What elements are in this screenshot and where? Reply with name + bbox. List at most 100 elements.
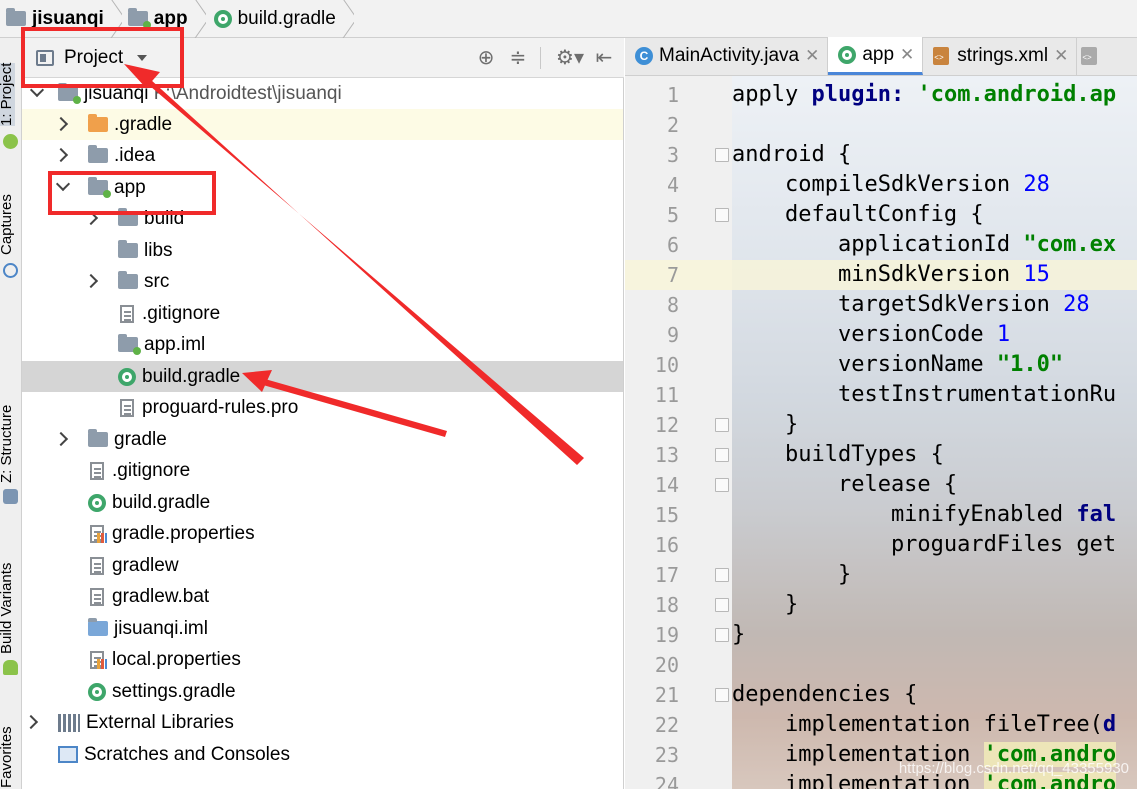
android-studio-window: jisuanqi app build.gradle 1: Project Cap… — [0, 0, 1137, 789]
line-number: 21 — [654, 683, 679, 707]
structure-icon — [3, 489, 18, 504]
fold-marker[interactable] — [715, 448, 729, 462]
code-line-14: release { — [732, 472, 958, 497]
tree-item-label: Scratches and Consoles — [84, 743, 290, 765]
tree-item-idea[interactable]: .idea — [22, 140, 623, 171]
line-number: 1 — [666, 83, 679, 107]
code-line-21: dependencies { — [732, 682, 918, 707]
tree-item-label: gradlew.bat — [112, 585, 210, 607]
close-icon[interactable]: ✕ — [1054, 46, 1068, 66]
text-file-icon — [90, 461, 104, 480]
tree-item-local-properties[interactable]: local.properties — [22, 644, 623, 675]
tree-item-external-libraries[interactable]: External Libraries — [22, 707, 623, 738]
tool-tab-captures[interactable]: Captures — [0, 194, 15, 255]
module-folder-icon — [58, 83, 81, 104]
tab-mainactivity[interactable]: C MainActivity.java ✕ — [625, 37, 829, 75]
fold-marker[interactable] — [715, 628, 729, 642]
fold-marker[interactable] — [715, 478, 729, 492]
tree-item-app-iml[interactable]: app.iml — [22, 329, 623, 360]
text-file-icon — [90, 587, 104, 606]
line-number: 17 — [654, 563, 679, 587]
code-line-11: testInstrumentationRu — [732, 382, 1117, 407]
tool-tab-structure[interactable]: Z: Structure — [0, 405, 15, 483]
android-icon — [3, 660, 18, 675]
fold-marker[interactable] — [715, 598, 729, 612]
fold-marker[interactable] — [715, 568, 729, 582]
tool-tab-build-variants[interactable]: Build Variants — [0, 563, 15, 654]
tree-item-root-build-gradle[interactable]: build.gradle — [22, 487, 623, 518]
folder-orange-icon — [88, 114, 108, 132]
code-line-3: android { — [732, 142, 852, 167]
tab-app-gradle[interactable]: app ✕ — [828, 37, 924, 75]
fold-marker[interactable] — [715, 148, 729, 162]
line-number: 8 — [666, 293, 679, 317]
line-number: 12 — [654, 413, 679, 437]
fold-marker[interactable] — [715, 418, 729, 432]
tree-item-label: build.gradle — [112, 491, 211, 513]
tree-item-proguard[interactable]: proguard-rules.pro — [22, 392, 623, 423]
tree-item-gradlew-bat[interactable]: gradlew.bat — [22, 581, 623, 612]
tree-item-app-build-gradle[interactable]: build.gradle — [22, 361, 623, 392]
tree-item-gradle-properties[interactable]: gradle.properties — [22, 518, 623, 549]
code-line-5: defaultConfig { — [732, 202, 984, 227]
line-number: 14 — [654, 473, 679, 497]
tree-item-label: External Libraries — [86, 711, 234, 733]
tree-item-libs[interactable]: libs — [22, 235, 623, 266]
tab-label: MainActivity.java — [659, 45, 800, 66]
hide-panel-icon[interactable]: ⇤ — [592, 46, 616, 70]
tab-overflow[interactable] — [1077, 37, 1109, 75]
gear-icon[interactable]: ⚙▾ — [552, 46, 588, 70]
code-line-18: } — [732, 592, 799, 617]
breadcrumb-item-file[interactable]: build.gradle — [198, 0, 346, 38]
folder-icon — [6, 8, 26, 26]
gradle-icon — [213, 9, 232, 28]
tool-tab-favorites[interactable]: Favorites — [0, 726, 15, 788]
fold-marker[interactable] — [715, 688, 729, 702]
iml-file-icon — [118, 334, 141, 355]
tab-strings-xml[interactable]: strings.xml ✕ — [923, 37, 1078, 75]
editor-tabs: C MainActivity.java ✕ app ✕ strings.xml … — [625, 37, 1137, 76]
locate-icon[interactable]: ⊕ — [474, 46, 498, 70]
iml-file-icon — [88, 618, 108, 636]
fold-marker[interactable] — [715, 208, 729, 222]
tree-item-label: .gitignore — [112, 459, 191, 481]
folder-icon — [118, 271, 138, 289]
line-number: 15 — [654, 503, 679, 527]
java-class-icon: C — [635, 47, 653, 65]
tree-item-app-gitignore[interactable]: .gitignore — [22, 298, 623, 329]
tool-tab-project[interactable]: 1: Project — [0, 62, 15, 126]
tree-item-root-gitignore[interactable]: .gitignore — [22, 455, 623, 486]
code-line-9: versionCode 1 — [732, 322, 1011, 347]
libraries-icon — [58, 713, 80, 732]
tree-item-src[interactable]: src — [22, 266, 623, 297]
collapse-all-icon[interactable]: ≑ — [506, 46, 530, 70]
editor-area: C MainActivity.java ✕ app ✕ strings.xml … — [625, 37, 1137, 789]
close-icon[interactable]: ✕ — [900, 45, 914, 65]
close-icon[interactable]: ✕ — [805, 46, 819, 66]
line-number: 23 — [654, 743, 679, 767]
folder-icon — [118, 240, 138, 258]
tree-item-gradlew[interactable]: gradlew — [22, 550, 623, 581]
tree-item-gradle-dir[interactable]: .gradle — [22, 109, 623, 140]
line-number: 7 — [666, 263, 679, 287]
xml-file-icon — [933, 47, 950, 65]
line-number: 5 — [666, 203, 679, 227]
tree-item-label: gradle.properties — [112, 522, 255, 544]
code-line-8: targetSdkVersion 28 — [732, 292, 1090, 317]
tree-item-settings-gradle[interactable]: settings.gradle — [22, 676, 623, 707]
tree-item-label: settings.gradle — [112, 680, 236, 702]
code-text: apply plugin: 'com.android.ap android { … — [732, 80, 1137, 789]
code-line-10: versionName "1.0" — [732, 352, 1064, 377]
breadcrumb-label: build.gradle — [237, 7, 336, 29]
code-lines: 1 2 3 4 5 6 7 8 9 10 11 12 13 14 15 16 1… — [625, 80, 1137, 789]
tree-item-gradle[interactable]: gradle — [22, 424, 623, 455]
tree-item-jisuanqi-iml[interactable]: jisuanqi.iml — [22, 613, 623, 644]
tree-item-label: .gitignore — [142, 302, 221, 324]
code-line-4: compileSdkVersion 28 — [732, 172, 1050, 197]
tab-label: strings.xml — [957, 45, 1049, 66]
tree-item-scratches[interactable]: Scratches and Consoles — [22, 739, 623, 770]
tool-window-stripe: 1: Project Captures Z: Structure Build V… — [0, 38, 22, 789]
text-file-icon — [120, 398, 134, 417]
line-number: 24 — [654, 773, 679, 789]
code-line-7: minSdkVersion 15 — [732, 262, 1050, 287]
